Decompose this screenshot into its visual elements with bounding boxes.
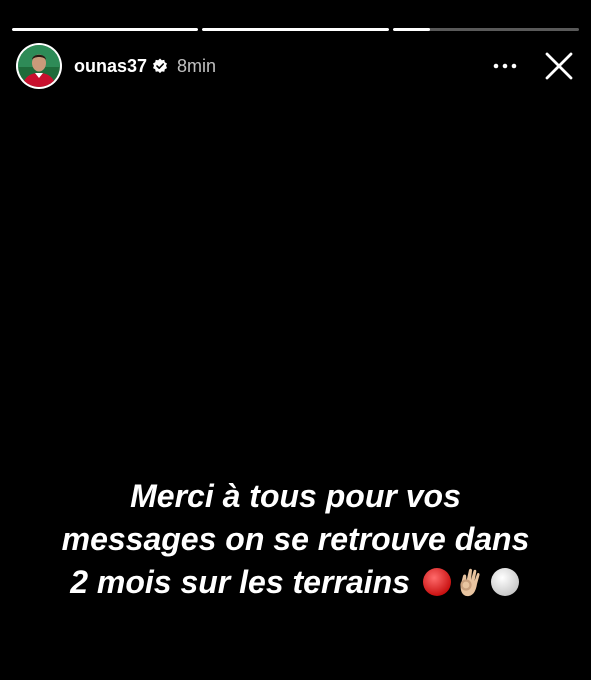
close-button[interactable]	[539, 46, 579, 86]
story-viewer[interactable]: ounas37 8min Merci à tous pour vos messa…	[0, 0, 591, 680]
caption-line-with-emojis: 2 mois sur les terrains	[20, 561, 571, 604]
ok-hand-icon	[460, 568, 480, 597]
avatar[interactable]	[16, 43, 62, 89]
white-circle-icon	[490, 568, 519, 596]
caption-line: Merci à tous pour vos	[130, 478, 461, 514]
progress-segment	[202, 28, 389, 31]
story-header: ounas37 8min	[16, 42, 579, 90]
more-horizontal-icon	[493, 63, 517, 69]
more-options-button[interactable]	[485, 46, 525, 86]
progress-segment	[392, 28, 579, 31]
verified-badge-icon	[152, 58, 168, 74]
story-timestamp: 8min	[177, 55, 217, 76]
caption-line: 2 mois sur les terrains	[70, 564, 410, 600]
caption-line: messages on se retrouve dans	[61, 521, 530, 557]
avatar-image	[18, 45, 60, 87]
story-progress-bars	[12, 28, 579, 31]
red-circle-icon	[422, 568, 451, 596]
progress-segment	[12, 28, 199, 31]
story-caption: Merci à tous pour vos messages on se ret…	[20, 475, 571, 604]
close-icon	[545, 52, 573, 80]
username[interactable]: ounas37	[74, 56, 147, 77]
